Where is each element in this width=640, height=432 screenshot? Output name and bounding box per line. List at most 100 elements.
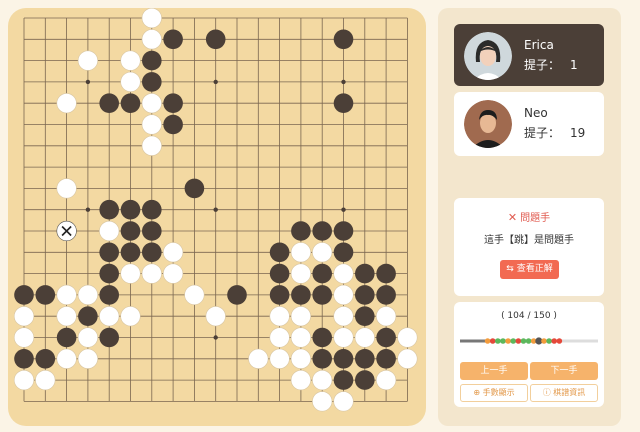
black-stone bbox=[99, 199, 119, 220]
prev-move-button[interactable]: 上一手 bbox=[460, 362, 528, 380]
black-stone bbox=[269, 285, 290, 305]
white-stone bbox=[13, 370, 35, 391]
player-name: Neo bbox=[524, 106, 548, 120]
black-stone bbox=[355, 263, 375, 284]
go-board[interactable] bbox=[8, 8, 426, 426]
plus-circle-icon: ⊕ bbox=[473, 388, 481, 397]
black-stone bbox=[312, 221, 333, 241]
black-stone bbox=[163, 29, 183, 50]
white-stone bbox=[333, 284, 354, 306]
white-stone bbox=[312, 242, 333, 263]
player-name: Erica bbox=[524, 38, 554, 52]
black-stone bbox=[142, 72, 162, 92]
white-stone bbox=[77, 327, 98, 348]
white-stone bbox=[290, 327, 312, 348]
timeline-marker bbox=[489, 338, 496, 344]
black-stone bbox=[333, 221, 354, 241]
black-stone bbox=[142, 221, 162, 241]
black-stone bbox=[99, 263, 119, 284]
white-stone bbox=[376, 306, 397, 327]
next-move-button[interactable]: 下一手 bbox=[530, 362, 598, 380]
black-stone bbox=[355, 306, 375, 327]
black-stone bbox=[333, 349, 354, 369]
white-stone bbox=[13, 306, 35, 327]
white-stone bbox=[163, 242, 184, 263]
star-point bbox=[213, 335, 218, 340]
star-point bbox=[213, 207, 218, 212]
white-stone bbox=[376, 370, 397, 391]
timeline-marker bbox=[525, 338, 532, 344]
black-stone bbox=[376, 285, 396, 305]
black-stone bbox=[78, 306, 98, 327]
black-stone bbox=[35, 285, 56, 305]
white-stone bbox=[333, 263, 354, 284]
white-stone bbox=[333, 327, 354, 348]
black-stone bbox=[142, 199, 162, 220]
black-stone bbox=[163, 114, 183, 135]
game-info-button[interactable]: ⓘ 棋譜資訊 bbox=[530, 384, 598, 402]
white-stone bbox=[56, 93, 77, 114]
board-grid[interactable] bbox=[8, 8, 426, 426]
timeline-marker bbox=[520, 338, 527, 344]
black-stone bbox=[14, 349, 34, 369]
black-stone bbox=[376, 263, 396, 284]
black-stone bbox=[99, 242, 119, 263]
black-stone bbox=[312, 349, 333, 369]
white-stone bbox=[56, 306, 77, 327]
neo-avatar bbox=[464, 100, 512, 148]
timeline-marker bbox=[551, 338, 558, 344]
black-stone bbox=[291, 221, 311, 241]
black-stone bbox=[355, 349, 375, 369]
black-stone bbox=[142, 242, 162, 263]
black-stone bbox=[269, 263, 290, 284]
white-stone bbox=[141, 29, 162, 50]
black-stone bbox=[333, 370, 354, 390]
black-stone bbox=[120, 221, 141, 241]
timeline-marker bbox=[515, 338, 522, 344]
white-stone bbox=[13, 327, 35, 348]
black-stone bbox=[355, 285, 375, 305]
view-answer-button[interactable]: ⇆ 查看正解 bbox=[500, 260, 559, 279]
white-stone bbox=[56, 284, 77, 306]
black-stone bbox=[376, 327, 396, 348]
white-stone bbox=[99, 220, 120, 242]
timeline-marker bbox=[495, 338, 501, 344]
timeline-marker bbox=[546, 338, 552, 344]
black-stone bbox=[333, 242, 354, 263]
black-stone bbox=[120, 93, 141, 113]
black-stone bbox=[333, 29, 354, 50]
black-stone bbox=[312, 327, 333, 348]
black-stone bbox=[142, 50, 162, 71]
show-move-numbers-button[interactable]: ⊕ 手數顯示 bbox=[460, 384, 528, 402]
star-point bbox=[85, 207, 91, 212]
black-stone bbox=[120, 199, 141, 220]
timeline-marker bbox=[510, 338, 517, 344]
problem-title: ✕ 問題手 bbox=[507, 211, 551, 224]
white-stone bbox=[163, 263, 184, 284]
black-stone bbox=[99, 285, 119, 305]
white-stone bbox=[290, 263, 312, 284]
black-stone bbox=[205, 29, 226, 50]
black-stone bbox=[291, 285, 311, 305]
black-stone bbox=[35, 349, 56, 369]
white-stone bbox=[290, 370, 312, 391]
black-stone bbox=[14, 285, 34, 305]
capture-count: 提子： 19 bbox=[524, 126, 586, 140]
white-stone bbox=[333, 306, 354, 327]
move-timeline[interactable] bbox=[460, 334, 598, 348]
problem-card: ✕ 問題手 這手【跳】是問題手 ⇆ 查看正解 bbox=[454, 198, 604, 296]
white-stone bbox=[269, 348, 290, 369]
white-stone bbox=[120, 306, 141, 327]
white-stone bbox=[290, 306, 312, 327]
white-stone bbox=[120, 263, 141, 284]
white-stone bbox=[56, 178, 77, 199]
white-stone bbox=[141, 8, 162, 29]
white-stone bbox=[184, 284, 205, 306]
black-stone bbox=[333, 93, 354, 113]
black-stone bbox=[163, 93, 183, 113]
white-stone bbox=[205, 306, 226, 327]
star-point bbox=[85, 79, 91, 85]
info-circle-icon: ⓘ bbox=[542, 388, 551, 397]
white-stone bbox=[333, 391, 354, 412]
problem-message: 這手【跳】是問題手 bbox=[484, 235, 574, 246]
